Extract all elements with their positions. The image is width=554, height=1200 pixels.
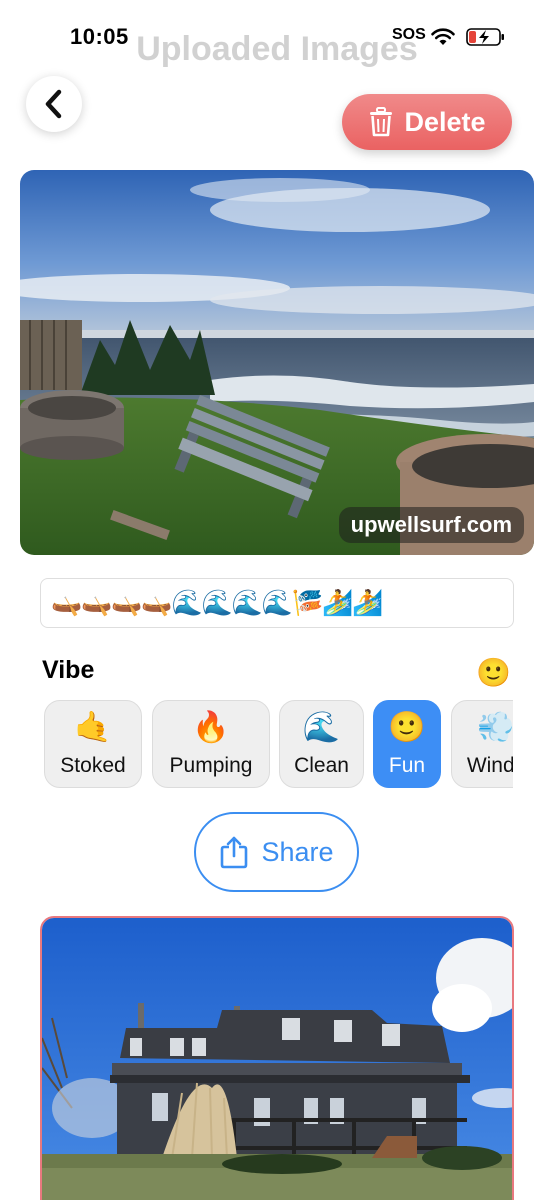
- vibe-current-emoji: 🙂: [476, 657, 511, 688]
- wave-icon: 🌊: [302, 711, 341, 744]
- vibe-chip-fun[interactable]: 🙂 Fun: [373, 700, 441, 788]
- page-title: Uploaded Images: [136, 30, 418, 68]
- chip-label: Clean: [294, 754, 349, 777]
- watermark-label: upwellsurf.com: [338, 507, 524, 543]
- delete-label: Delete: [404, 106, 486, 137]
- chip-label: Windy: [466, 754, 513, 777]
- share-label: Share: [261, 836, 334, 867]
- vibe-chip-pumping[interactable]: 🔥 Pumping: [152, 700, 270, 788]
- share-button[interactable]: Share: [194, 812, 359, 892]
- back-button[interactable]: [26, 76, 82, 132]
- chip-label: Stoked: [60, 754, 126, 777]
- share-icon: [221, 836, 248, 869]
- vibe-chip-stoked[interactable]: 🤙 Stoked: [44, 700, 142, 788]
- vibe-chip-windy[interactable]: 💨 Windy: [451, 700, 513, 788]
- shaka-icon: 🤙: [74, 711, 112, 744]
- smile-icon: 🙂: [388, 711, 426, 744]
- uploaded-photo-surf[interactable]: upwellsurf.com: [20, 170, 534, 555]
- conditions-emoji-strip: 🛶🛶🛶🛶🌊🌊🌊🌊🎏🏄🏄: [40, 578, 514, 628]
- uploaded-photo-house[interactable]: [40, 916, 514, 1200]
- delete-button[interactable]: Delete: [342, 94, 512, 150]
- wind-icon: 💨: [477, 711, 513, 744]
- surf-scene-image: [20, 170, 534, 555]
- trash-icon: [370, 107, 393, 137]
- house-scene-image: [42, 918, 512, 1200]
- chip-label: Fun: [388, 754, 426, 777]
- chip-label: Pumping: [169, 754, 253, 777]
- vibe-chip-clean[interactable]: 🌊 Clean: [279, 700, 364, 788]
- vibe-chips-row[interactable]: 🤙 Stoked 🔥 Pumping 🌊 Clean 🙂 Fun 💨 Windy: [44, 700, 513, 790]
- chevron-left-icon: [45, 89, 62, 119]
- vibe-heading: Vibe: [42, 656, 95, 684]
- fire-icon: 🔥: [192, 711, 230, 744]
